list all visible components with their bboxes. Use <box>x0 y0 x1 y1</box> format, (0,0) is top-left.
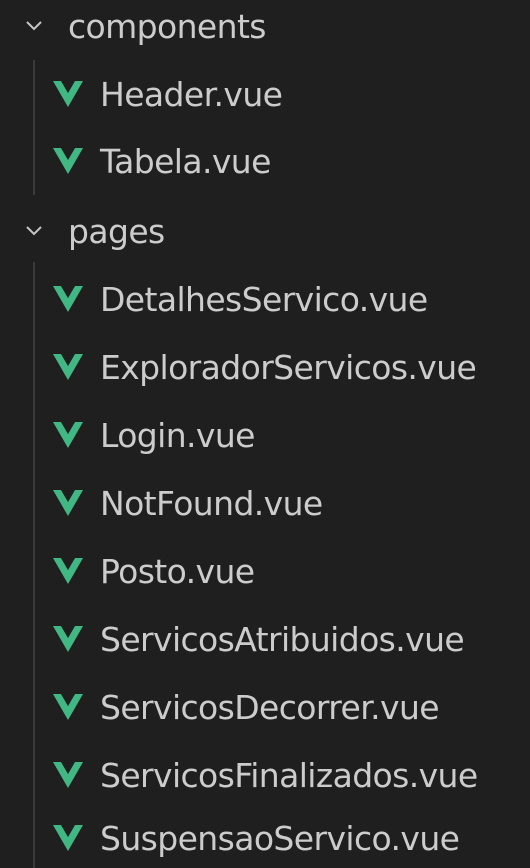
file-label: Header.vue <box>100 74 283 114</box>
file-item[interactable]: Header.vue <box>0 64 530 124</box>
vue-icon <box>53 626 83 652</box>
folder-pages[interactable]: pages <box>0 201 530 261</box>
file-item[interactable]: ExploradorServicos.vue <box>0 337 530 397</box>
vue-icon <box>53 286 83 312</box>
file-explorer: components Header.vue Tabela.vue pages D… <box>0 0 530 868</box>
vue-icon <box>53 762 83 788</box>
file-label: NotFound.vue <box>100 483 323 523</box>
vue-icon <box>53 825 83 851</box>
folder-label: components <box>68 6 266 46</box>
folder-components[interactable]: components <box>0 0 530 56</box>
file-item[interactable]: Tabela.vue <box>0 131 530 191</box>
file-item[interactable]: SuspensaoServico.vue <box>0 808 530 868</box>
file-item[interactable]: ServicosFinalizados.vue <box>0 745 530 805</box>
file-label: Login.vue <box>100 415 255 455</box>
file-label: SuspensaoServico.vue <box>100 818 460 858</box>
file-label: Tabela.vue <box>100 141 271 181</box>
file-item[interactable]: ServicosAtribuidos.vue <box>0 609 530 669</box>
vue-icon <box>53 694 83 720</box>
chevron-down-icon <box>26 18 42 34</box>
chevron-down-icon <box>26 223 42 239</box>
file-label: ServicosAtribuidos.vue <box>100 619 465 659</box>
file-item[interactable]: ServicosDecorrer.vue <box>0 677 530 737</box>
vue-icon <box>53 81 83 107</box>
file-label: Posto.vue <box>100 551 255 591</box>
file-item[interactable]: Posto.vue <box>0 541 530 601</box>
file-item[interactable]: Login.vue <box>0 405 530 465</box>
vue-icon <box>53 490 83 516</box>
folder-label: pages <box>68 211 165 251</box>
file-item[interactable]: DetalhesServico.vue <box>0 269 530 329</box>
file-label: ServicosFinalizados.vue <box>100 755 478 795</box>
vue-icon <box>53 148 83 174</box>
file-label: DetalhesServico.vue <box>100 279 428 319</box>
file-label: ServicosDecorrer.vue <box>100 687 440 727</box>
file-item[interactable]: NotFound.vue <box>0 473 530 533</box>
vue-icon <box>53 422 83 448</box>
file-label: ExploradorServicos.vue <box>100 347 477 387</box>
vue-icon <box>53 558 83 584</box>
vue-icon <box>53 354 83 380</box>
